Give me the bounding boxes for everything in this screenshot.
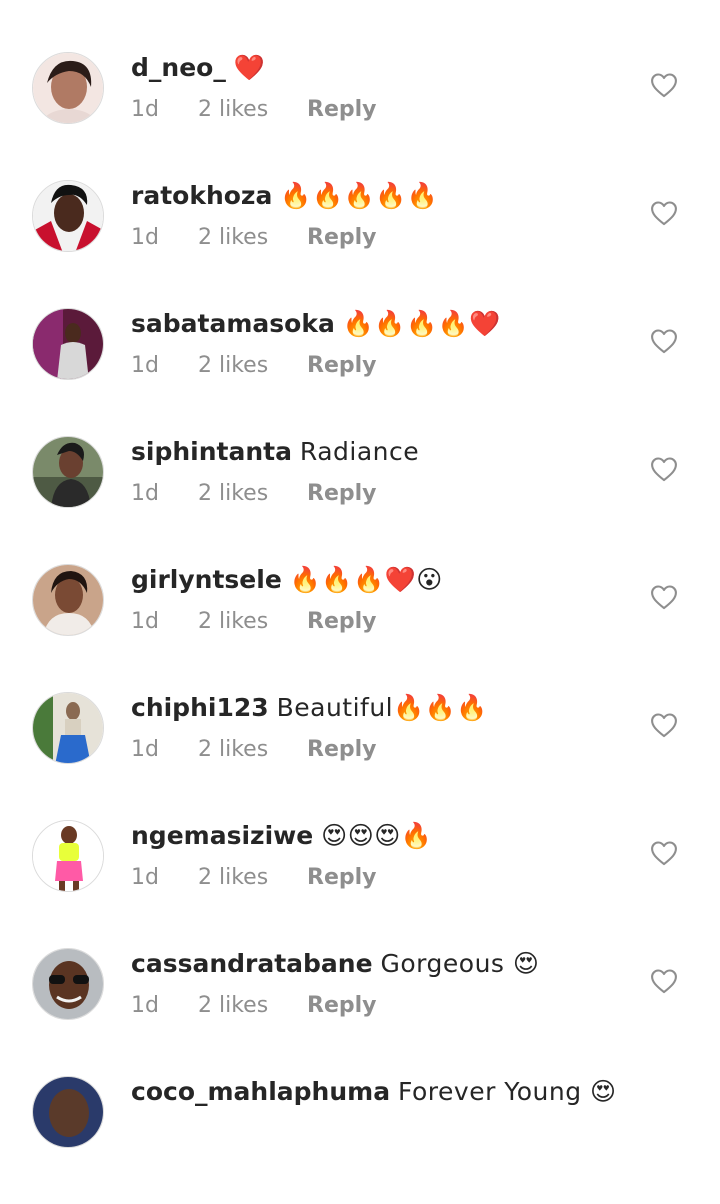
avatar[interactable] [32,52,104,124]
comment-username[interactable]: d_neo_ [131,53,226,82]
heart-outline-icon[interactable] [650,712,678,738]
reply-button[interactable]: Reply [307,224,377,252]
comment-username[interactable]: girlyntsele [131,565,282,594]
comment-time: 1d [131,353,159,378]
avatar[interactable] [32,948,104,1020]
comment-line: chiphi123 Beautiful🔥🔥🔥 [131,692,488,724]
reply-button[interactable]: Reply [307,992,377,1020]
comment-likes[interactable]: 2 likes [198,224,268,252]
comment-time: 1d [131,993,159,1018]
comment-text: ❤️ [233,53,266,82]
comment-username[interactable]: ratokhoza [131,181,272,210]
comment-text: 🔥🔥🔥🔥❤️ [342,309,501,338]
heart-outline-icon[interactable] [650,968,678,994]
comment-line: cassandratabane Gorgeous 😍 [131,948,539,980]
comment-likes[interactable]: 2 likes [198,864,268,892]
comment-likes[interactable]: 2 likes [198,736,268,764]
comment-likes[interactable]: 2 likes [198,992,268,1020]
comment-text: 🔥🔥🔥🔥🔥 [280,181,439,210]
comment-item: ratokhoza 🔥🔥🔥🔥🔥 1d 2 likes Reply [0,180,720,308]
avatar[interactable] [32,436,104,508]
avatar[interactable] [32,1076,104,1148]
heart-outline-icon[interactable] [650,840,678,866]
reply-button[interactable]: Reply [307,736,377,764]
comment-item: sabatamasoka 🔥🔥🔥🔥❤️ 1d 2 likes Reply [0,308,720,436]
comment-item: siphintanta Radiance 1d 2 likes Reply [0,436,720,564]
heart-outline-icon[interactable] [650,456,678,482]
comment-username[interactable]: siphintanta [131,437,292,466]
reply-button[interactable]: Reply [307,864,377,892]
comment-text: Beautiful🔥🔥🔥 [276,693,489,722]
comment-time: 1d [131,737,159,762]
comment-time: 1d [131,481,159,506]
comment-line: coco_mahlaphuma Forever Young 😍 [131,1076,617,1108]
comment-item: cassandratabane Gorgeous 😍 1d 2 likes Re… [0,948,720,1076]
comment-time: 1d [131,225,159,250]
comment-username[interactable]: cassandratabane [131,949,373,978]
reply-button[interactable]: Reply [307,480,377,508]
comment-likes[interactable]: 2 likes [198,352,268,380]
reply-button[interactable]: Reply [307,608,377,636]
comment-line: ngemasiziwe 😍😍😍🔥 [131,820,432,852]
avatar[interactable] [32,820,104,892]
reply-button[interactable]: Reply [307,352,377,380]
comment-item: coco_mahlaphuma Forever Young 😍 [0,1076,720,1204]
comment-line: sabatamasoka 🔥🔥🔥🔥❤️ [131,308,501,340]
comment-time: 1d [131,865,159,890]
comment-item: chiphi123 Beautiful🔥🔥🔥 1d 2 likes Reply [0,692,720,820]
comment-line: siphintanta Radiance [131,436,419,468]
comment-likes[interactable]: 2 likes [198,96,268,124]
comment-text: Forever Young 😍 [398,1077,617,1106]
comment-text: 😍😍😍🔥 [321,821,433,850]
comment-time: 1d [131,609,159,634]
comment-username[interactable]: sabatamasoka [131,309,335,338]
comment-text: Gorgeous 😍 [380,949,540,978]
comment-item: girlyntsele 🔥🔥🔥❤️😮 1d 2 likes Reply [0,564,720,692]
comment-line: ratokhoza 🔥🔥🔥🔥🔥 [131,180,438,212]
heart-outline-icon[interactable] [650,584,678,610]
heart-outline-icon[interactable] [650,72,678,98]
comment-username[interactable]: chiphi123 [131,693,269,722]
comment-item: ngemasiziwe 😍😍😍🔥 1d 2 likes Reply [0,820,720,948]
comment-text: 🔥🔥🔥❤️😮 [289,565,443,594]
comment-username[interactable]: ngemasiziwe [131,821,313,850]
avatar[interactable] [32,564,104,636]
heart-outline-icon[interactable] [650,328,678,354]
comment-likes[interactable]: 2 likes [198,480,268,508]
comment-likes[interactable]: 2 likes [198,608,268,636]
comment-line: d_neo_ ❤️ [131,52,265,84]
reply-button[interactable]: Reply [307,96,377,124]
comment-time: 1d [131,97,159,122]
avatar[interactable] [32,692,104,764]
avatar[interactable] [32,308,104,380]
comment-username[interactable]: coco_mahlaphuma [131,1077,390,1106]
heart-outline-icon[interactable] [650,200,678,226]
avatar[interactable] [32,180,104,252]
comment-item: d_neo_ ❤️ 1d 2 likes Reply [0,52,720,180]
comment-line: girlyntsele 🔥🔥🔥❤️😮 [131,564,443,596]
comment-text: Radiance [299,437,420,466]
